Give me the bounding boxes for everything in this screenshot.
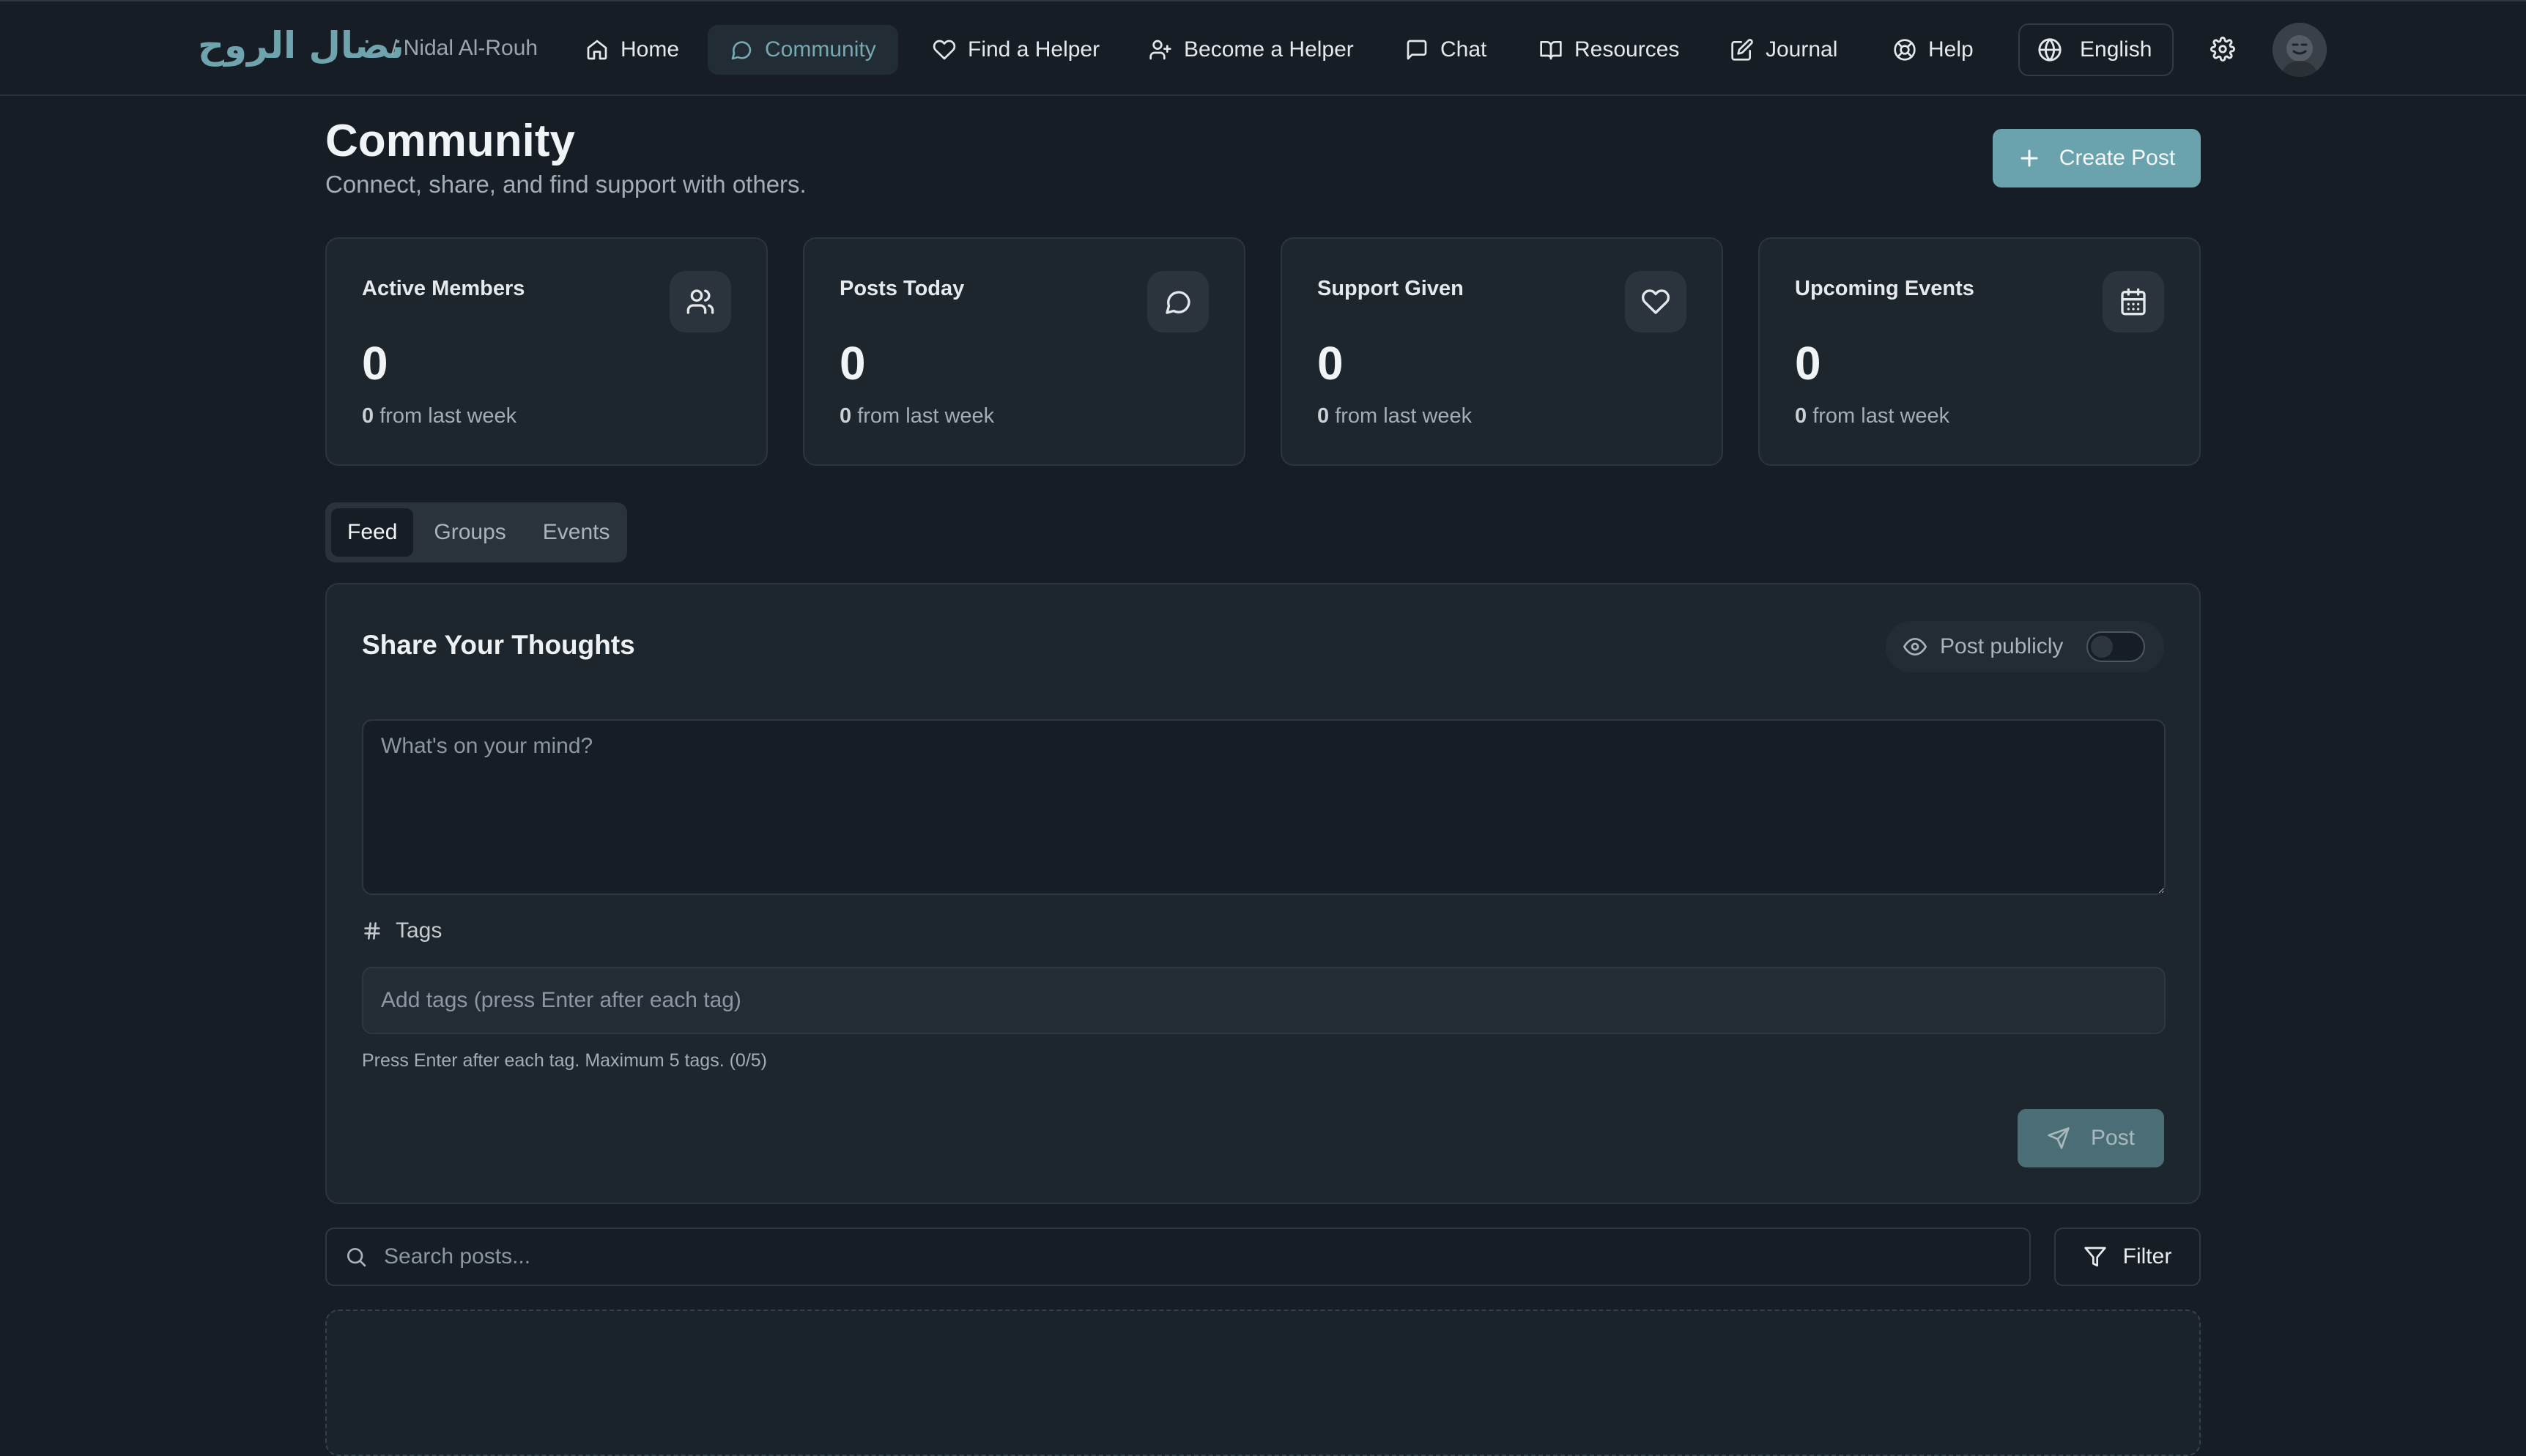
filter-button[interactable]: Filter — [2054, 1227, 2201, 1286]
message-square-icon — [1407, 40, 1427, 60]
post-submit-label: Post — [2090, 1126, 2136, 1150]
search-posts-box — [325, 1227, 2031, 1286]
nav-item-label: Help — [1928, 37, 1974, 62]
search-icon — [347, 1248, 366, 1267]
stat-value: 0 — [840, 337, 866, 390]
filter-label: Filter — [2122, 1244, 2172, 1269]
message-circle-icon — [1166, 291, 1190, 314]
feed-empty-state — [325, 1310, 2201, 1456]
users-icon — [686, 289, 714, 314]
nav-item-label: Resources — [1574, 37, 1680, 62]
stat-card-upcoming-events: Upcoming Events 0 0 from last week — [1758, 237, 2201, 466]
nav-item-find-a-helper[interactable]: Find a Helper — [911, 25, 1122, 75]
plus-icon — [2021, 149, 2038, 167]
gear-icon — [2210, 37, 2235, 62]
stat-change: 0 from last week — [1795, 404, 1950, 428]
create-post-label: Create Post — [2059, 146, 2176, 170]
home-icon — [587, 40, 607, 60]
stat-icon-box — [2103, 271, 2164, 333]
nav-item-label: Community — [765, 37, 876, 62]
nav-item-community[interactable]: Community — [708, 25, 898, 75]
tags-label-row: Tags — [362, 918, 442, 943]
nav-item-chat[interactable]: Chat — [1383, 25, 1508, 75]
post-publicly-label: Post publicly — [1940, 634, 2064, 658]
nav-item-home[interactable]: Home — [563, 25, 701, 75]
stat-icon-box — [1147, 271, 1209, 333]
filter-icon — [2084, 1247, 2106, 1267]
nav-item-label: Chat — [1440, 37, 1487, 62]
post-composer-card: Share Your Thoughts Post publicly Tags P… — [325, 583, 2201, 1204]
stat-label: Support Given — [1317, 277, 1464, 300]
stat-label: Active Members — [362, 277, 525, 300]
brand-logo-text[interactable]: نضال الروح — [198, 22, 404, 69]
post-publicly-control: Post publicly — [1886, 621, 2164, 672]
toggle-knob — [2091, 636, 2113, 658]
hash-icon — [364, 922, 380, 940]
post-publicly-toggle[interactable] — [2086, 631, 2145, 662]
message-circle-icon — [731, 41, 752, 60]
post-content-textarea[interactable] — [362, 719, 2166, 895]
nav-item-label: Journal — [1766, 37, 1838, 62]
life-buoy-icon — [1894, 39, 1916, 61]
globe-icon — [2038, 38, 2062, 62]
stat-change: 0 from last week — [840, 404, 995, 428]
heart-icon — [1641, 289, 1670, 314]
stat-label: Upcoming Events — [1795, 277, 1974, 300]
avatar-face-icon — [2273, 23, 2327, 77]
language-selector[interactable]: English — [2018, 23, 2174, 76]
eye-icon — [1903, 638, 1927, 655]
stat-card-active-members: Active Members 0 0 from last week — [325, 237, 768, 466]
stat-value: 0 — [1795, 337, 1821, 390]
community-tabs: Feed Groups Events — [325, 502, 627, 562]
composer-title: Share Your Thoughts — [362, 630, 635, 660]
tab-feed[interactable]: Feed — [331, 508, 414, 557]
stat-icon-box — [670, 271, 731, 333]
book-open-icon — [1540, 41, 1562, 60]
stat-value: 0 — [1317, 337, 1344, 390]
calendar-icon — [2121, 288, 2146, 316]
post-submit-button[interactable]: Post — [2018, 1109, 2164, 1167]
stat-card-support-given: Support Given 0 0 from last week — [1281, 237, 1723, 466]
tab-groups[interactable]: Groups — [418, 508, 522, 557]
edit-icon — [1731, 39, 1753, 61]
nav-item-label: Find a Helper — [968, 37, 1100, 62]
stat-icon-box — [1625, 271, 1686, 333]
language-label: English — [2080, 37, 2152, 62]
tab-events[interactable]: Events — [527, 508, 626, 557]
stat-value: 0 — [362, 337, 388, 390]
stat-label: Posts Today — [840, 277, 965, 300]
create-post-button[interactable]: Create Post — [1993, 129, 2201, 187]
page-title: Community — [325, 116, 575, 166]
heart-icon — [933, 40, 956, 60]
tags-label: Tags — [396, 918, 442, 943]
tags-hint: Press Enter after each tag. Maximum 5 ta… — [362, 1050, 768, 1071]
nav-item-help[interactable]: Help — [1871, 25, 1996, 75]
stat-change: 0 from last week — [1317, 404, 1473, 428]
settings-button[interactable] — [2210, 37, 2235, 62]
brand-user-name: / Nidal Al-Rouh — [391, 36, 538, 60]
search-input[interactable] — [384, 1235, 2029, 1279]
top-navigation: نضال الروح / Nidal Al-Rouh Home Communit… — [0, 0, 2526, 96]
user-plus-icon — [1149, 40, 1171, 60]
nav-item-journal[interactable]: Journal — [1708, 25, 1859, 75]
send-icon — [2048, 1127, 2070, 1149]
stat-card-posts-today: Posts Today 0 0 from last week — [803, 237, 1245, 466]
nav-item-label: Become a Helper — [1184, 37, 1354, 62]
page-subtitle: Connect, share, and find support with ot… — [325, 171, 807, 198]
nav-item-resources[interactable]: Resources — [1517, 25, 1701, 75]
avatar[interactable] — [2273, 23, 2327, 77]
stat-change: 0 from last week — [362, 404, 517, 428]
nav-item-become-a-helper[interactable]: Become a Helper — [1127, 25, 1376, 75]
nav-item-label: Home — [621, 37, 680, 62]
tags-input[interactable] — [362, 967, 2166, 1034]
